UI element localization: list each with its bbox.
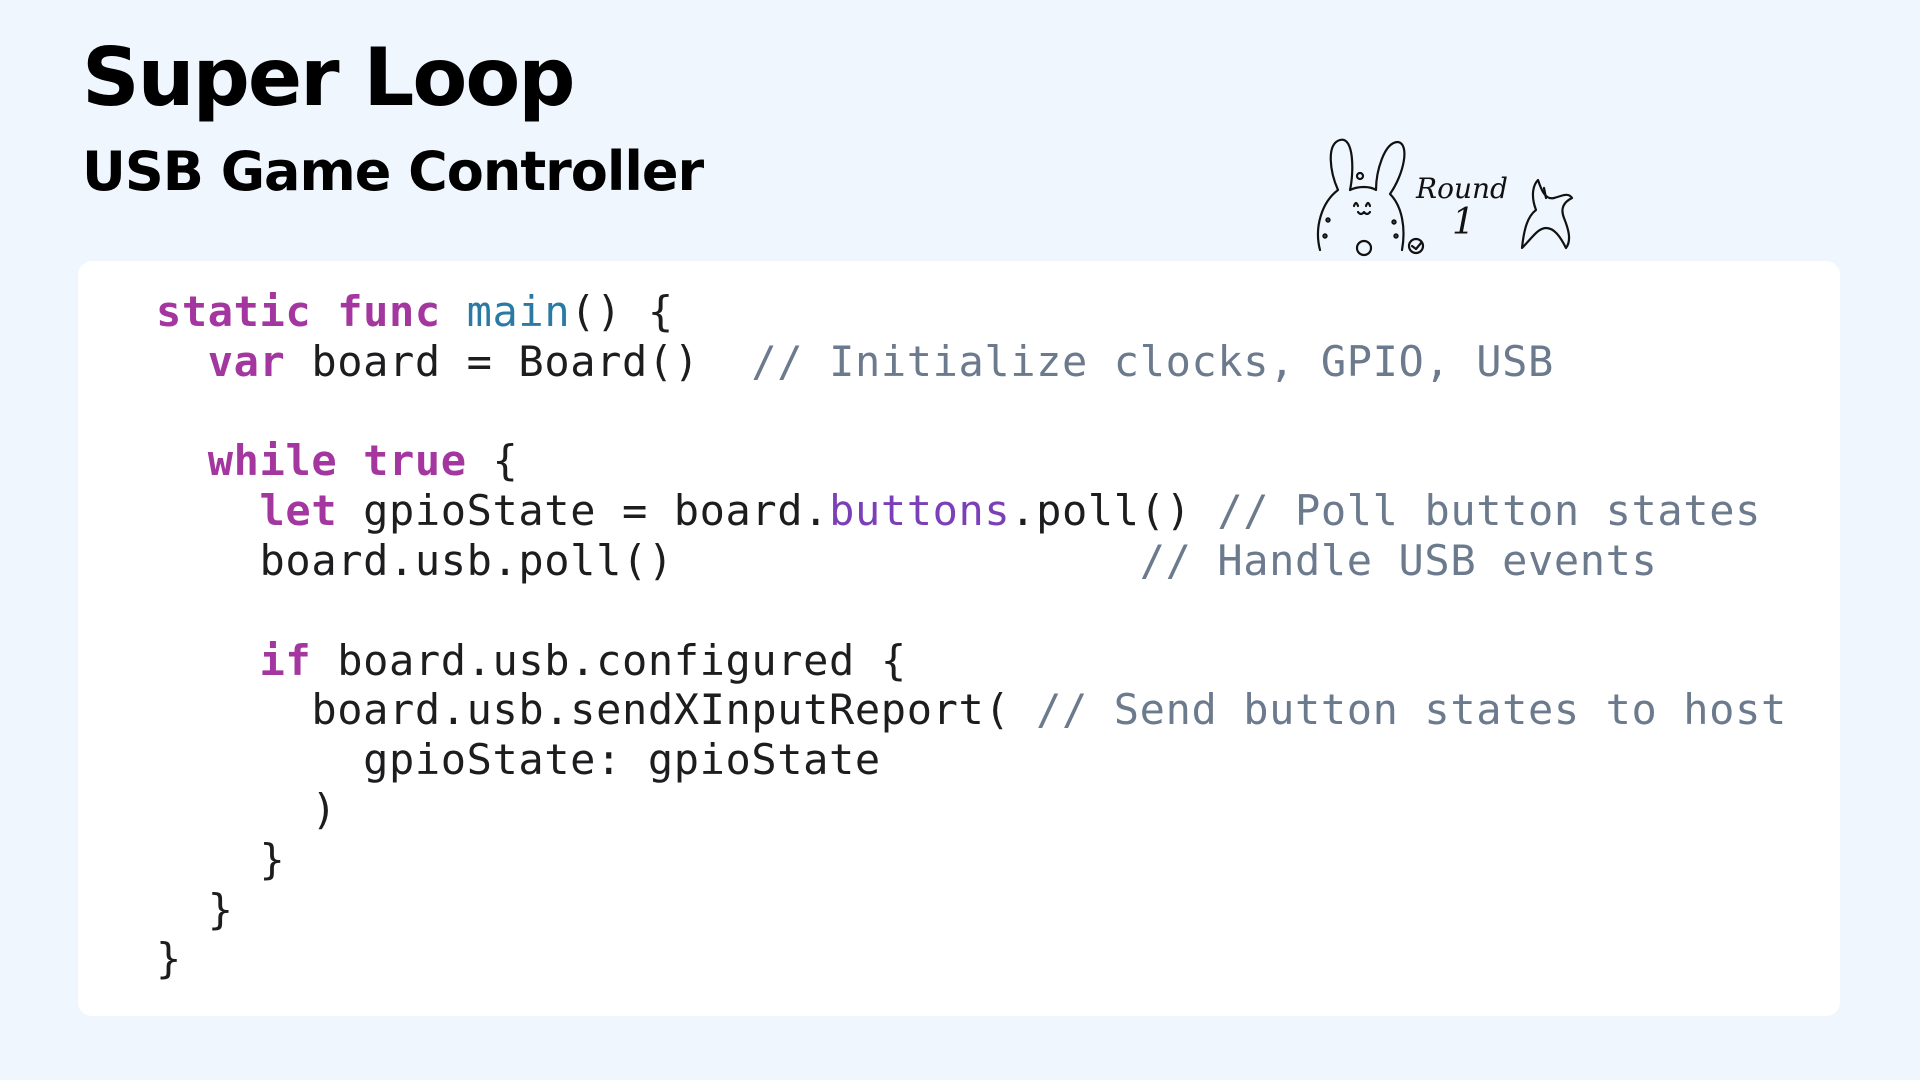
code-line: ) [156, 785, 1787, 835]
code-token: main [466, 287, 571, 336]
code-line: } [156, 835, 1787, 885]
code-token: if [259, 635, 312, 685]
code-token: board.usb.poll() [156, 535, 1140, 585]
code-line: while true { [156, 436, 1787, 486]
code-token: let [259, 486, 338, 536]
code-token: gpioState = board. [337, 486, 830, 536]
mascot-round-number: 1 [1452, 202, 1475, 243]
code-line: board.usb.sendXInputReport( // Send butt… [156, 685, 1787, 735]
code-line: static func main() { [156, 287, 1787, 337]
code-token: true [363, 436, 467, 486]
code-token: } [156, 884, 234, 934]
code-line: if board.usb.configured { [156, 636, 1787, 686]
code-token: } [156, 834, 286, 884]
code-listing: static func main() { var board = Board()… [156, 287, 1787, 984]
code-token: // Initialize clocks, GPIO, USB [751, 336, 1554, 386]
bunny-round-1-illustration: Round 1 [1310, 132, 1590, 262]
code-line: gpioState: gpioState [156, 735, 1787, 785]
code-token: gpioState: gpioState [156, 735, 881, 785]
code-token: var [207, 336, 286, 386]
code-line: } [156, 885, 1787, 935]
code-token: } [156, 934, 182, 984]
code-token: while [207, 436, 338, 486]
code-token: // Send button states to host [1036, 685, 1787, 735]
code-token: { [466, 436, 519, 486]
code-token: static [156, 287, 312, 336]
mascot-round-text: Round [1416, 172, 1508, 205]
code-line: var board = Board() // Initialize clocks… [156, 337, 1787, 387]
code-token: () { [570, 287, 674, 336]
code-token: .poll() [1010, 486, 1218, 536]
slide-title: Super Loop [82, 31, 576, 124]
code-token: board = Board() [285, 336, 752, 386]
code-token: // Poll button states [1217, 486, 1761, 536]
code-token: board.usb.configured { [311, 635, 907, 685]
code-block: static func main() { var board = Board()… [78, 261, 1840, 1016]
code-token: // Handle USB events [1139, 535, 1658, 585]
code-token: buttons [829, 486, 1011, 536]
code-token: board.usb.sendXInputReport( [156, 685, 1037, 735]
code-line: board.usb.poll() // Handle USB events [156, 536, 1787, 586]
code-token: func [337, 287, 441, 336]
slide-subtitle: USB Game Controller [82, 140, 704, 203]
code-token: ) [156, 784, 338, 834]
code-line: } [156, 934, 1787, 984]
code-line: let gpioState = board.buttons.poll() // … [156, 486, 1787, 536]
